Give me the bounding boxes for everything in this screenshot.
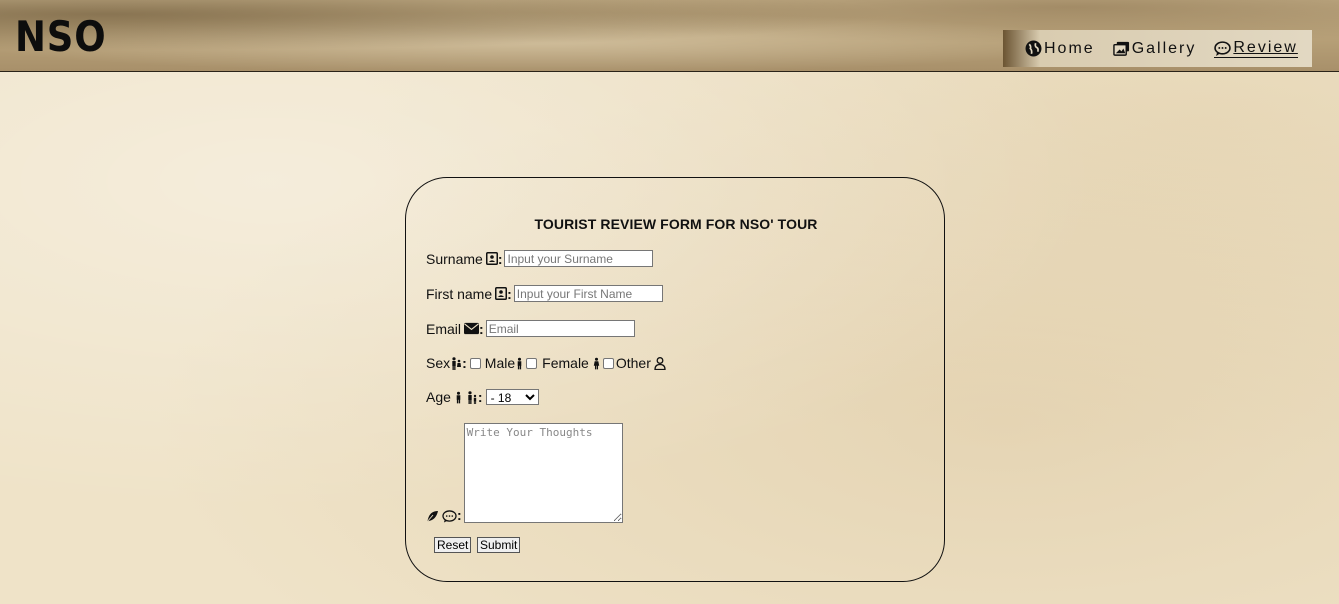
sex-label: Sex (426, 355, 451, 371)
sex-row: Sex : Male Female Other (426, 355, 666, 371)
comment-dots-icon (442, 510, 457, 523)
thoughts-textarea[interactable] (463, 423, 623, 523)
email-input[interactable] (485, 320, 635, 337)
site-logo[interactable]: NSO (15, 12, 107, 62)
email-row: Email : (426, 320, 635, 337)
first-name-colon: : (507, 285, 512, 302)
surname-label: Surname (426, 250, 483, 267)
email-label: Email (426, 320, 462, 337)
sex-colon: : (462, 355, 467, 371)
other-checkbox[interactable] (602, 357, 614, 369)
id-card-icon (485, 252, 498, 265)
surname-colon: : (497, 250, 503, 267)
thoughts-colon: : (457, 507, 462, 523)
male-label: Male (484, 355, 516, 371)
male-icon (517, 357, 522, 369)
age-label: Age (426, 389, 451, 405)
male-icon (456, 391, 461, 403)
email-colon: : (479, 320, 484, 337)
submit-button[interactable]: Submit (477, 537, 521, 553)
review-form: TOURIST REVIEW FORM FOR NSO' TOUR Surnam… (405, 177, 945, 582)
nav-gallery[interactable]: Gallery (1112, 39, 1197, 58)
age-row: Age : - 18 (426, 389, 539, 405)
images-icon (1112, 41, 1129, 56)
nav-review[interactable]: Review (1214, 39, 1298, 58)
globe-icon (1025, 40, 1042, 57)
first-name-input[interactable] (513, 285, 663, 302)
first-name-row: First name : (426, 285, 663, 302)
form-title: TOURIST REVIEW FORM FOR NSO' TOUR (534, 216, 818, 232)
male-checkbox[interactable] (469, 357, 481, 369)
other-label: Other (615, 355, 651, 371)
female-checkbox[interactable] (526, 357, 538, 369)
main-nav: Home Gallery Review (1003, 30, 1312, 67)
comment-icon (1214, 40, 1232, 56)
nav-home-label: Home (1044, 39, 1095, 57)
feather-icon (426, 511, 438, 523)
surname-input[interactable] (504, 250, 654, 267)
id-card-icon (495, 287, 508, 300)
age-colon: : (477, 389, 483, 405)
site-header: NSO Home Gallery Review (0, 0, 1339, 72)
nav-gallery-label: Gallery (1131, 39, 1197, 57)
user-outline-icon (654, 356, 666, 370)
thoughts-row: : (426, 423, 623, 523)
age-select[interactable]: - 18 (485, 389, 539, 405)
nav-home[interactable]: Home (1025, 40, 1095, 58)
surname-row: Surname : (426, 250, 654, 267)
female-label: Female (542, 355, 589, 371)
female-icon (593, 357, 600, 369)
person-couple-icon (452, 356, 462, 370)
person-child-icon (468, 390, 477, 404)
envelope-icon (464, 322, 480, 335)
nav-review-label: Review (1233, 39, 1298, 56)
reset-button[interactable]: Reset (434, 537, 472, 553)
first-name-label: First name (426, 285, 493, 302)
